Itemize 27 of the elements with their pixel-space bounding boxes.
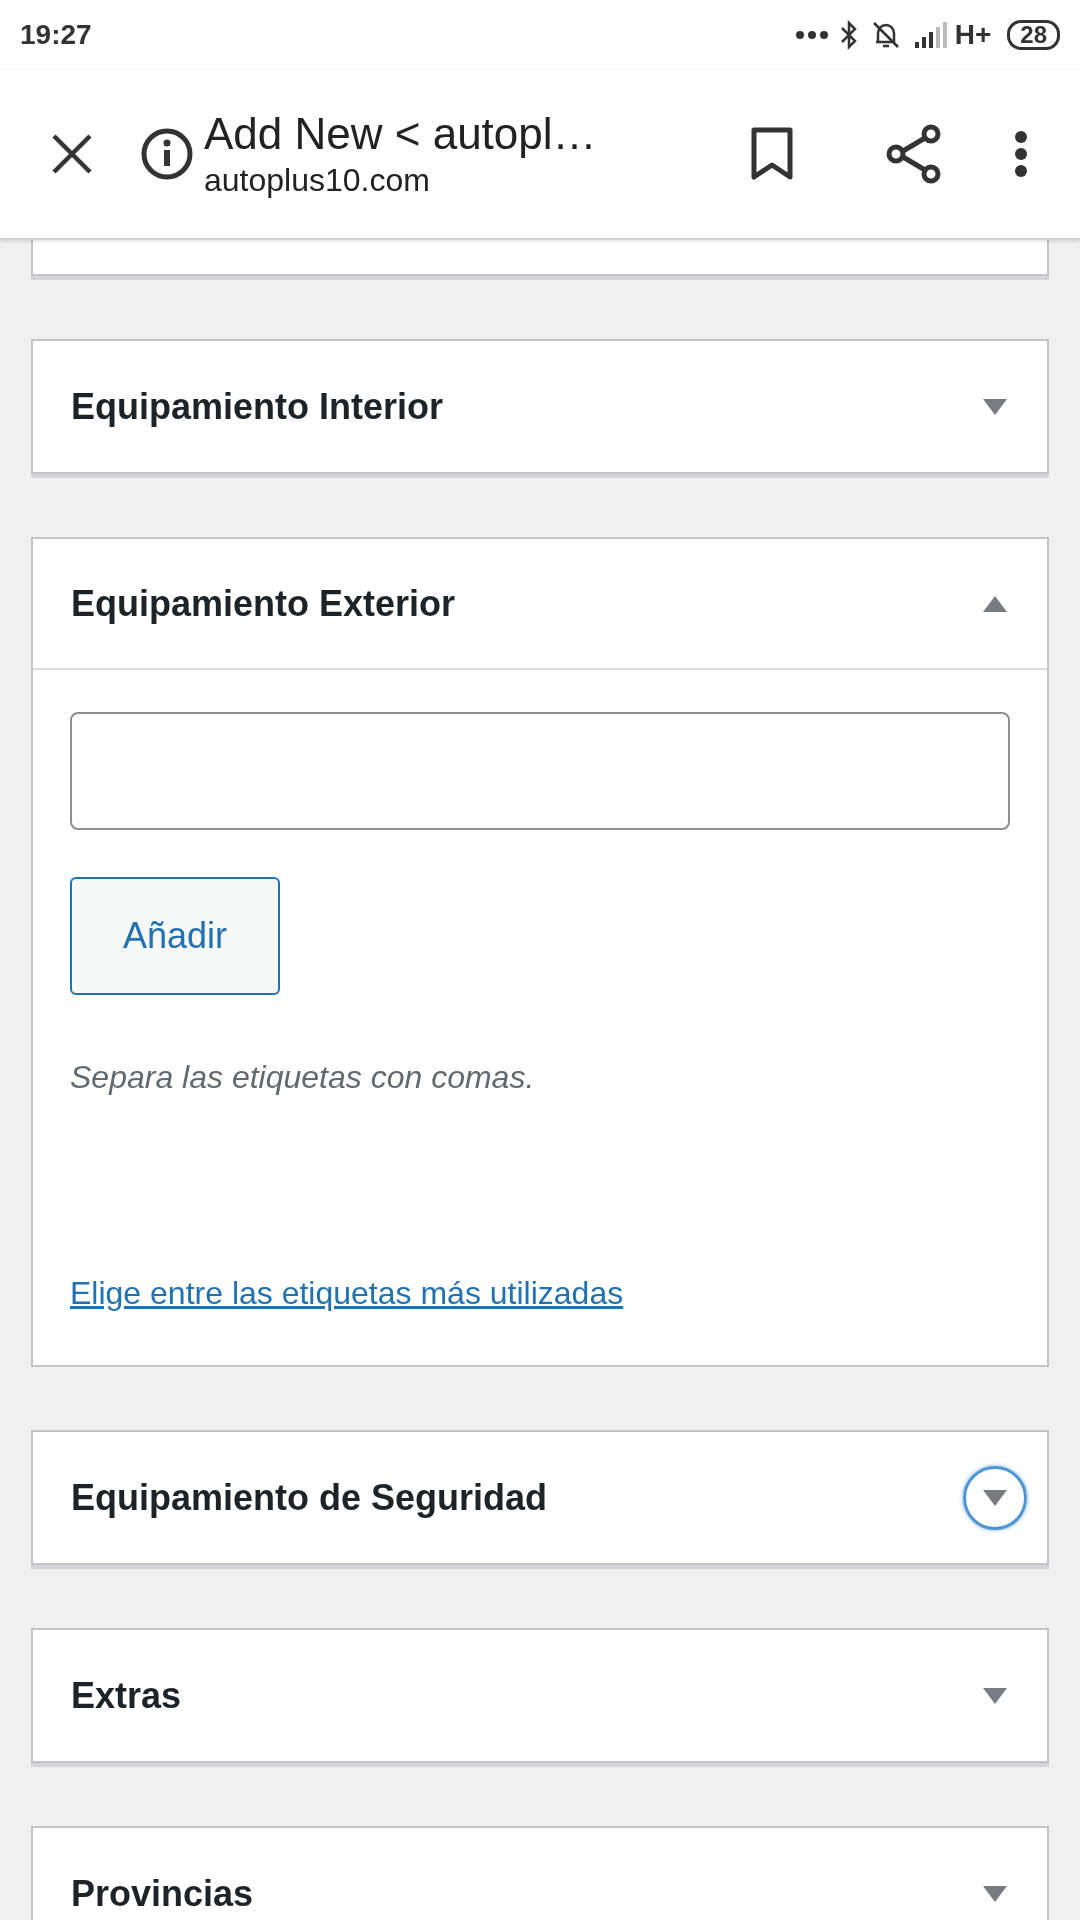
panel-title: Provincias: [71, 1871, 254, 1916]
hint-text: Separa las etiquetas con comas.: [70, 1058, 535, 1097]
caret-up-icon: [982, 594, 1008, 613]
close-icon[interactable]: [50, 132, 94, 176]
more-icon: [794, 30, 829, 40]
panel-title: Extras: [71, 1673, 182, 1718]
signal-icon: [912, 20, 949, 50]
page-title: Add New < autopl…: [204, 108, 597, 160]
info-icon[interactable]: [140, 127, 194, 181]
most-used-tags-link[interactable]: Elige entre las etiquetas más utilizadas: [70, 1269, 624, 1317]
bookmark-icon[interactable]: [750, 127, 794, 181]
menu-icon[interactable]: [1014, 130, 1028, 178]
bluetooth-icon: [838, 19, 859, 51]
panel-title: Equipamiento Exterior: [71, 581, 456, 626]
caret-down-icon: [982, 1686, 1008, 1705]
caret-down-icon: [982, 1488, 1008, 1507]
toggle-button[interactable]: [963, 1465, 1027, 1530]
caret-down-icon: [982, 397, 1008, 416]
battery-level: 28: [1007, 20, 1060, 50]
status-time: 19:27: [20, 18, 92, 52]
tag-input-field[interactable]: [70, 712, 1010, 830]
add-button[interactable]: Añadir: [70, 877, 280, 995]
network-type: H+: [954, 18, 992, 52]
panel-title: Equipamiento de Seguridad: [71, 1475, 548, 1520]
page-domain: autoplus10.com: [204, 161, 431, 200]
panel-title: Equipamiento Interior: [71, 384, 444, 429]
caret-down-icon: [982, 1884, 1008, 1903]
